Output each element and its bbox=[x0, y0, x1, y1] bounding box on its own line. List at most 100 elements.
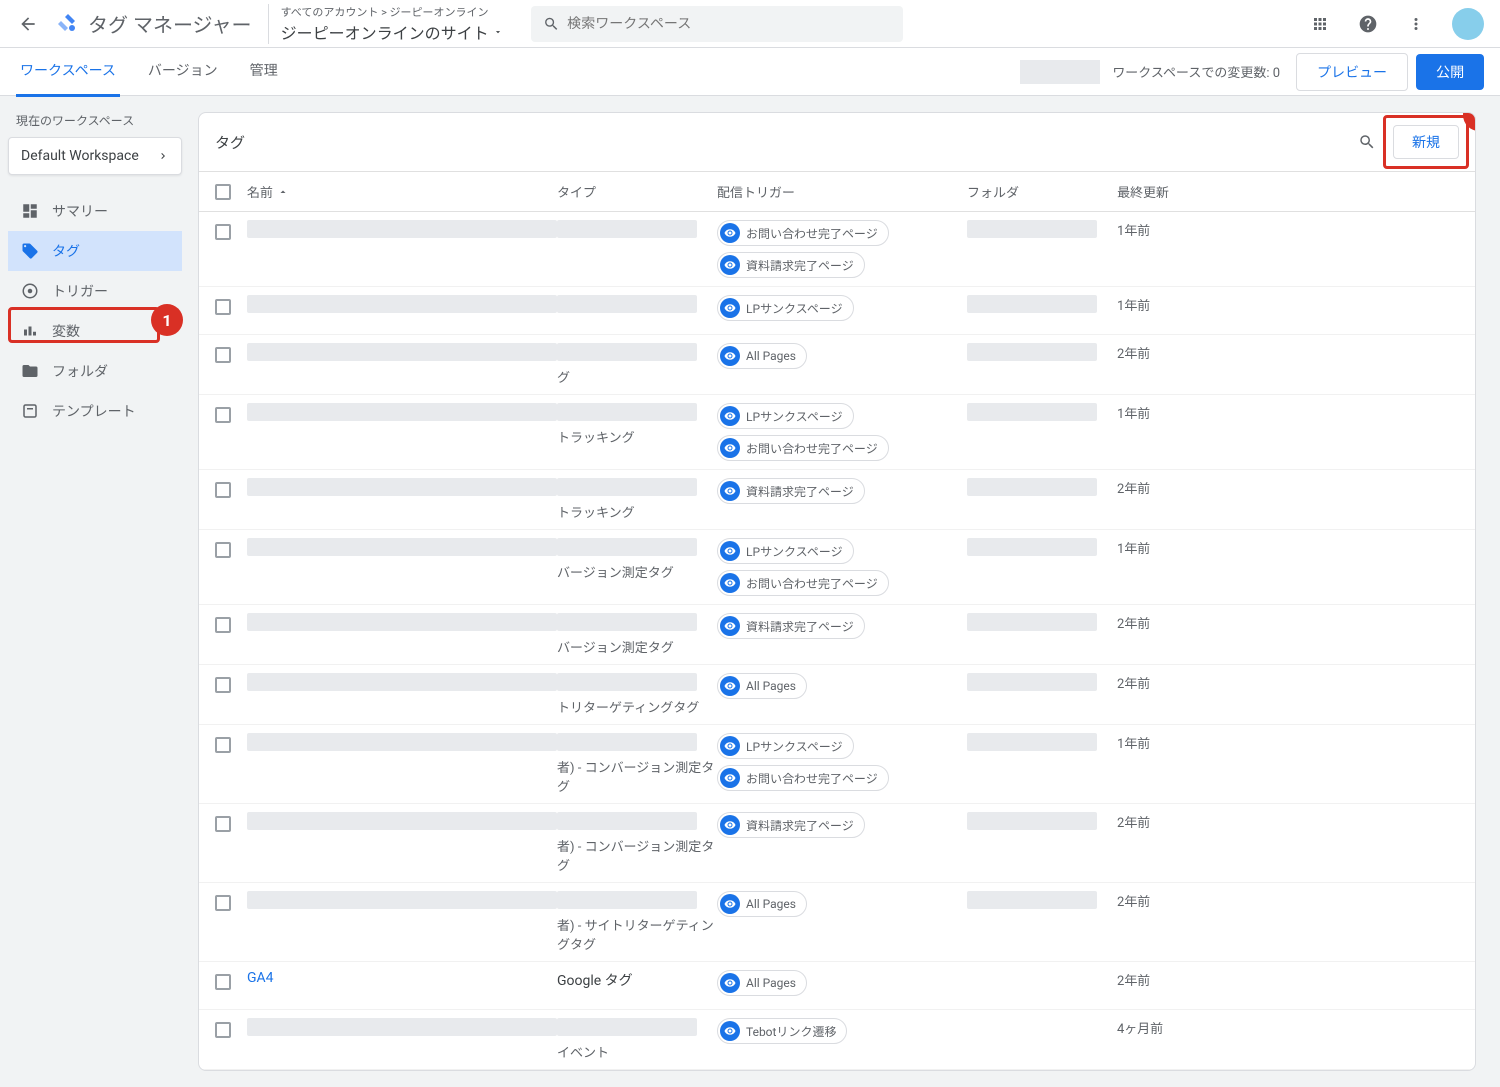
trigger-chip[interactable]: 資料請求完了ページ bbox=[717, 812, 865, 838]
topnav-tab-1[interactable]: バージョン bbox=[144, 46, 222, 97]
pageview-icon bbox=[720, 406, 740, 426]
topnav-tab-2[interactable]: 管理 bbox=[246, 46, 282, 97]
trigger-chip[interactable]: Tebotリンク遷移 bbox=[717, 1018, 847, 1044]
folder-redacted bbox=[967, 295, 1097, 313]
workspace-selector[interactable]: Default Workspace bbox=[8, 137, 182, 175]
row-checkbox[interactable] bbox=[215, 482, 231, 498]
search-input[interactable] bbox=[567, 16, 891, 32]
topnav-tab-0[interactable]: ワークスペース bbox=[16, 46, 120, 97]
apps-icon bbox=[1311, 15, 1329, 33]
account-switcher[interactable]: すべてのアカウント > ジーピーオンライン ジーピーオンラインのサイト bbox=[268, 4, 515, 44]
sidebar-item-template[interactable]: テンプレート bbox=[8, 391, 182, 431]
body: 現在のワークスペース Default Workspace サマリータグトリガー変… bbox=[0, 96, 1500, 1087]
table-row[interactable]: 者) - コンバージョン測定タグ資料請求完了ページ2年前 bbox=[199, 804, 1475, 883]
select-all-checkbox[interactable] bbox=[215, 184, 231, 200]
tag-name-redacted bbox=[247, 733, 557, 751]
back-arrow[interactable] bbox=[8, 4, 48, 44]
sidebar-item-dashboard[interactable]: サマリー bbox=[8, 191, 182, 231]
row-checkbox[interactable] bbox=[215, 617, 231, 633]
sidebar-item-target[interactable]: トリガー bbox=[8, 271, 182, 311]
tag-type-redacted bbox=[557, 220, 697, 238]
trigger-chip[interactable]: All Pages bbox=[717, 673, 807, 699]
row-checkbox[interactable] bbox=[215, 737, 231, 753]
publish-button[interactable]: 公開 bbox=[1416, 54, 1484, 90]
pageview-icon bbox=[720, 973, 740, 993]
tag-type-redacted bbox=[557, 343, 697, 361]
trigger-chip[interactable]: All Pages bbox=[717, 970, 807, 996]
preview-button[interactable]: プレビュー bbox=[1296, 53, 1408, 91]
trigger-chip[interactable]: LPサンクスページ bbox=[717, 538, 854, 564]
search-icon bbox=[1358, 133, 1376, 151]
trigger-chip[interactable]: お問い合わせ完了ページ bbox=[717, 570, 889, 596]
table-row[interactable]: バージョン測定タグ資料請求完了ページ2年前 bbox=[199, 605, 1475, 665]
row-checkbox[interactable] bbox=[215, 407, 231, 423]
table-row[interactable]: お問い合わせ完了ページ資料請求完了ページ1年前 bbox=[199, 212, 1475, 287]
table-row[interactable]: 者) - コンバージョン測定タグLPサンクスページお問い合わせ完了ページ1年前 bbox=[199, 725, 1475, 804]
folder-redacted bbox=[967, 613, 1097, 631]
col-trigger-label[interactable]: 配信トリガー bbox=[717, 182, 967, 201]
tag-type-partial: 者) - コンバージョン測定タグ bbox=[557, 757, 717, 795]
trigger-chip[interactable]: お問い合わせ完了ページ bbox=[717, 435, 889, 461]
trigger-chip[interactable]: LPサンクスページ bbox=[717, 733, 854, 759]
trigger-chip[interactable]: お問い合わせ完了ページ bbox=[717, 765, 889, 791]
pageview-icon bbox=[720, 573, 740, 593]
trigger-chip[interactable]: LPサンクスページ bbox=[717, 295, 854, 321]
new-tag-button[interactable]: 新規 bbox=[1393, 125, 1459, 159]
folder-redacted bbox=[967, 733, 1097, 751]
table-row[interactable]: イベントTebotリンク遷移4ヶ月前 bbox=[199, 1010, 1475, 1070]
row-checkbox[interactable] bbox=[215, 677, 231, 693]
last-updated: 2年前 bbox=[1117, 974, 1150, 989]
row-checkbox[interactable] bbox=[215, 974, 231, 990]
tag-type-partial: トラッキング bbox=[557, 502, 717, 521]
trigger-chip[interactable]: お問い合わせ完了ページ bbox=[717, 220, 889, 246]
sidebar-item-folder[interactable]: フォルダ bbox=[8, 351, 182, 391]
row-checkbox[interactable] bbox=[215, 347, 231, 363]
table-row[interactable]: バージョン測定タグLPサンクスページお問い合わせ完了ページ1年前 bbox=[199, 530, 1475, 605]
last-updated: 1年前 bbox=[1117, 542, 1150, 557]
col-name[interactable]: 名前 bbox=[247, 182, 557, 201]
tag-type-redacted bbox=[557, 733, 697, 751]
table-row[interactable]: LPサンクスページ1年前 bbox=[199, 287, 1475, 335]
col-type-label[interactable]: タイプ bbox=[557, 182, 717, 201]
trigger-chip[interactable]: 資料請求完了ページ bbox=[717, 252, 865, 278]
table-row[interactable]: 者) - サイトリターゲティングタグAll Pages2年前 bbox=[199, 883, 1475, 962]
table-row[interactable]: トラッキング資料請求完了ページ2年前 bbox=[199, 470, 1475, 530]
table-row[interactable]: グAll Pages2年前 bbox=[199, 335, 1475, 395]
row-checkbox[interactable] bbox=[215, 816, 231, 832]
tag-name[interactable]: GA4 bbox=[247, 970, 274, 986]
col-folder-label[interactable]: フォルダ bbox=[967, 182, 1117, 201]
row-checkbox[interactable] bbox=[215, 895, 231, 911]
table-row[interactable]: GA4Google タグAll Pages2年前 bbox=[199, 962, 1475, 1010]
more-button[interactable] bbox=[1396, 4, 1436, 44]
tag-type-partial: イベント bbox=[557, 1042, 717, 1061]
pageview-icon bbox=[720, 736, 740, 756]
pageview-icon bbox=[720, 346, 740, 366]
trigger-chip[interactable]: 資料請求完了ページ bbox=[717, 613, 865, 639]
pageview-icon bbox=[720, 298, 740, 318]
trigger-chip[interactable]: All Pages bbox=[717, 343, 807, 369]
trigger-chip[interactable]: All Pages bbox=[717, 891, 807, 917]
trigger-chip[interactable]: 資料請求完了ページ bbox=[717, 478, 865, 504]
col-updated-label[interactable]: 最終更新 bbox=[1117, 182, 1459, 201]
pageview-icon bbox=[720, 481, 740, 501]
last-updated: 2年前 bbox=[1117, 677, 1150, 692]
search-box[interactable] bbox=[531, 6, 904, 42]
pageview-icon bbox=[720, 438, 740, 458]
row-checkbox[interactable] bbox=[215, 1022, 231, 1038]
trigger-label: お問い合わせ完了ページ bbox=[746, 575, 878, 592]
trigger-label: 資料請求完了ページ bbox=[746, 257, 854, 274]
table-row[interactable]: トラッキングLPサンクスページお問い合わせ完了ページ1年前 bbox=[199, 395, 1475, 470]
table-row[interactable]: トリターゲティングタグAll Pages2年前 bbox=[199, 665, 1475, 725]
sidebar-item-bars[interactable]: 変数 bbox=[8, 311, 182, 351]
user-avatar[interactable] bbox=[1452, 8, 1484, 40]
table-search-button[interactable] bbox=[1353, 128, 1381, 156]
row-checkbox[interactable] bbox=[215, 542, 231, 558]
tag-type-redacted bbox=[557, 478, 697, 496]
row-checkbox[interactable] bbox=[215, 299, 231, 315]
sidebar-item-tag[interactable]: タグ bbox=[8, 231, 182, 271]
trigger-chip[interactable]: LPサンクスページ bbox=[717, 403, 854, 429]
help-button[interactable] bbox=[1348, 4, 1388, 44]
apps-button[interactable] bbox=[1300, 4, 1340, 44]
header-actions bbox=[1292, 4, 1492, 44]
row-checkbox[interactable] bbox=[215, 224, 231, 240]
